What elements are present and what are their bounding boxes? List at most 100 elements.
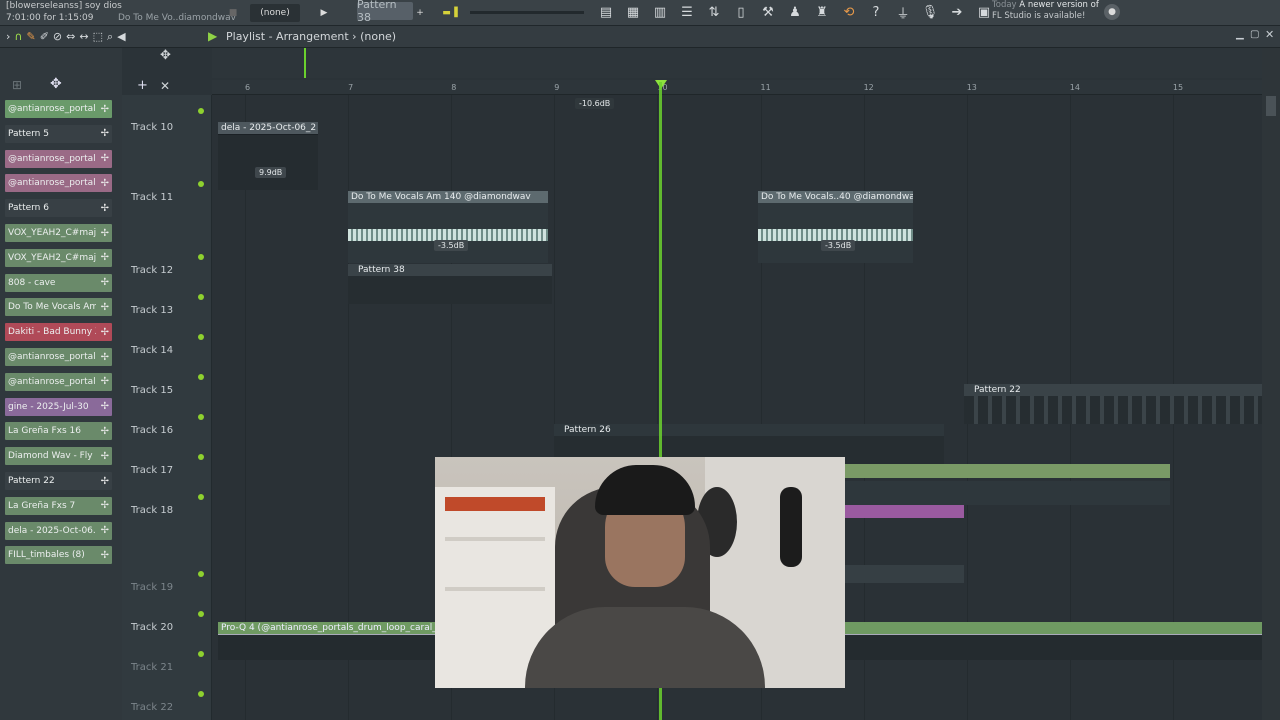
track-mute-led[interactable] — [198, 454, 204, 460]
drag-icon[interactable]: ✢ — [101, 550, 109, 561]
timeline-ruler[interactable]: 6 7 8 9 10 11 12 13 14 15 — [212, 80, 1262, 95]
add-pattern-icon[interactable]: + — [414, 4, 426, 22]
picker-item[interactable]: Do To Me Vocals Am.. ✢ — [5, 298, 112, 317]
arrow-right-icon[interactable]: ➔ — [945, 2, 969, 22]
pattern-selector[interactable]: Pattern 38 — [357, 0, 413, 24]
track-mute-led[interactable] — [198, 108, 204, 114]
play-arrow-icon[interactable]: ▶ — [318, 4, 330, 22]
picker-item[interactable]: Pattern 22 ✢ — [5, 472, 112, 490]
drag-icon[interactable]: ✢ — [101, 451, 109, 462]
clip-dela[interactable]: dela - 2025-Oct-06_2 — [218, 122, 318, 190]
track-name[interactable]: Track 22 — [131, 702, 173, 713]
track-name[interactable]: Track 17 — [131, 465, 173, 476]
picker-item[interactable]: @antianrose_portal.. ✢ — [5, 100, 112, 118]
none-dropdown[interactable]: (none) — [250, 4, 300, 22]
grid-icon[interactable]: ⊞ — [12, 78, 22, 92]
drag-icon[interactable]: ✢ — [101, 252, 109, 263]
add-track-icon[interactable]: + — [137, 78, 148, 93]
tempo-slider-icon[interactable]: ▬▐ — [440, 4, 460, 22]
picker-item[interactable]: La Greña Fxs 7 ✢ — [5, 496, 112, 515]
playlist-icon[interactable]: ☰ — [675, 2, 699, 22]
track-mute-led[interactable] — [198, 691, 204, 697]
close-icon[interactable]: ✕ — [1265, 28, 1274, 41]
remove-icon[interactable]: ✕ — [160, 79, 170, 93]
undo-icon[interactable]: ⟲ — [837, 2, 861, 22]
stamp-icon[interactable]: ♜ — [810, 2, 834, 22]
drag-icon[interactable]: ✢ — [101, 104, 109, 115]
piano-icon[interactable]: ▦ — [621, 2, 645, 22]
drag-icon[interactable]: ✢ — [101, 352, 109, 363]
track-mute-led[interactable] — [198, 571, 204, 577]
drag-icon[interactable]: ✢ — [101, 302, 109, 313]
track-mute-led[interactable] — [198, 294, 204, 300]
cpu-icon[interactable]: ⏚ — [891, 2, 915, 22]
picker-item[interactable]: Pattern 5 ✢ — [5, 124, 112, 143]
clip-pattern-22[interactable]: Pattern 22 — [964, 384, 1262, 424]
channel-rack-icon[interactable]: ▥ — [648, 2, 672, 22]
picker-item[interactable]: 808 - cave ✢ — [5, 273, 112, 292]
clip-green-bar[interactable] — [845, 464, 1170, 478]
track-name[interactable]: Track 13 — [131, 305, 173, 316]
picker-item[interactable]: @antianrose_portal.. ✢ — [5, 149, 112, 168]
track-name[interactable]: Track 11 — [131, 192, 173, 203]
drag-icon[interactable]: ✢ — [101, 128, 109, 139]
delete-icon[interactable]: ⊘ — [53, 30, 62, 44]
drag-icon[interactable]: ✢ — [101, 376, 109, 387]
mixer-icon[interactable]: ▤ — [594, 2, 618, 22]
picker-item[interactable]: @antianrose_portal.. ✢ — [5, 372, 112, 391]
track-name[interactable]: Track 18 — [131, 505, 173, 516]
picker-item[interactable]: dela - 2025-Oct-06.. ✢ — [5, 521, 112, 540]
slip-icon[interactable]: ↔ — [79, 30, 88, 44]
track-name[interactable]: Track 12 — [131, 265, 173, 276]
fl-logo-icon[interactable]: ● — [1104, 4, 1120, 20]
playlist-play-icon[interactable]: ▶ — [208, 29, 217, 43]
arrow-right-icon[interactable]: › — [6, 30, 10, 44]
plugin-icon[interactable]: ⚒ — [756, 2, 780, 22]
clip-purple-bar[interactable] — [845, 505, 964, 518]
minimize-icon[interactable]: ▁ — [1236, 29, 1244, 40]
track-mute-led[interactable] — [198, 414, 204, 420]
track-name[interactable]: Track 15 — [131, 385, 173, 396]
picker-item[interactable]: VOX_YEAH2_C#maj ✢ — [5, 224, 112, 242]
mute-icon[interactable]: ⇔ — [66, 30, 75, 44]
track-name[interactable]: Track 16 — [131, 425, 173, 436]
track-mute-led[interactable] — [198, 611, 204, 617]
picker-item[interactable]: Diamond Wav - Fly G.. ✢ — [5, 447, 112, 466]
record-mic-icon[interactable]: 🎙 — [918, 2, 942, 22]
drag-icon[interactable]: ✢ — [101, 476, 109, 487]
drag-icon[interactable]: ✢ — [101, 277, 109, 288]
picker-item[interactable]: FILL_timbales (8) ✢ — [5, 546, 112, 565]
drag-icon[interactable]: ✢ — [101, 153, 109, 164]
drag-icon[interactable]: ✢ — [101, 525, 109, 536]
track-name[interactable]: Track 19 — [131, 582, 173, 593]
track-name[interactable]: Track 10 — [131, 122, 173, 133]
drag-icon[interactable]: ✢ — [101, 327, 109, 338]
track-name[interactable]: Track 14 — [131, 345, 173, 356]
drag-icon[interactable]: ✢ — [101, 426, 109, 437]
drag-icon[interactable]: ✢ — [101, 500, 109, 511]
automation-clip[interactable] — [845, 481, 1170, 505]
track-mute-led[interactable] — [198, 651, 204, 657]
drag-icon[interactable]: ✢ — [101, 401, 109, 412]
track-name[interactable]: Track 21 — [131, 662, 173, 673]
clip-vocals-1[interactable]: Do To Me Vocals Am 140 @diamondwav — [348, 191, 548, 263]
drag-icon[interactable]: ✢ — [101, 203, 109, 214]
speaker-icon[interactable]: ◀ — [117, 30, 125, 44]
maximize-icon[interactable]: ▢ — [1250, 29, 1259, 40]
snap-icon[interactable]: ✥ — [160, 48, 171, 63]
clip-dark-bar[interactable] — [845, 565, 964, 583]
zoom-icon[interactable]: ⌕ — [107, 30, 113, 44]
master-slider[interactable] — [470, 11, 584, 14]
magnet-icon[interactable]: ∩ — [14, 30, 22, 44]
mic-icon[interactable]: ♟ — [783, 2, 807, 22]
brush-icon[interactable]: ✐ — [40, 30, 49, 44]
drag-icon[interactable]: ✢ — [101, 178, 109, 189]
picker-item[interactable]: gine - 2025-Jul-30 ✢ — [5, 397, 112, 416]
pencil-icon[interactable]: ✎ — [26, 30, 35, 44]
vertical-scrollbar[interactable] — [1262, 48, 1280, 720]
clip-pattern-38[interactable]: Pattern 38 — [348, 264, 552, 304]
help-icon[interactable]: ? — [864, 2, 888, 22]
picker-item[interactable]: VOX_YEAH2_C#maj #2 ✢ — [5, 248, 112, 267]
file-icon[interactable]: ▯ — [729, 2, 753, 22]
track-name[interactable]: Track 20 — [131, 622, 173, 633]
